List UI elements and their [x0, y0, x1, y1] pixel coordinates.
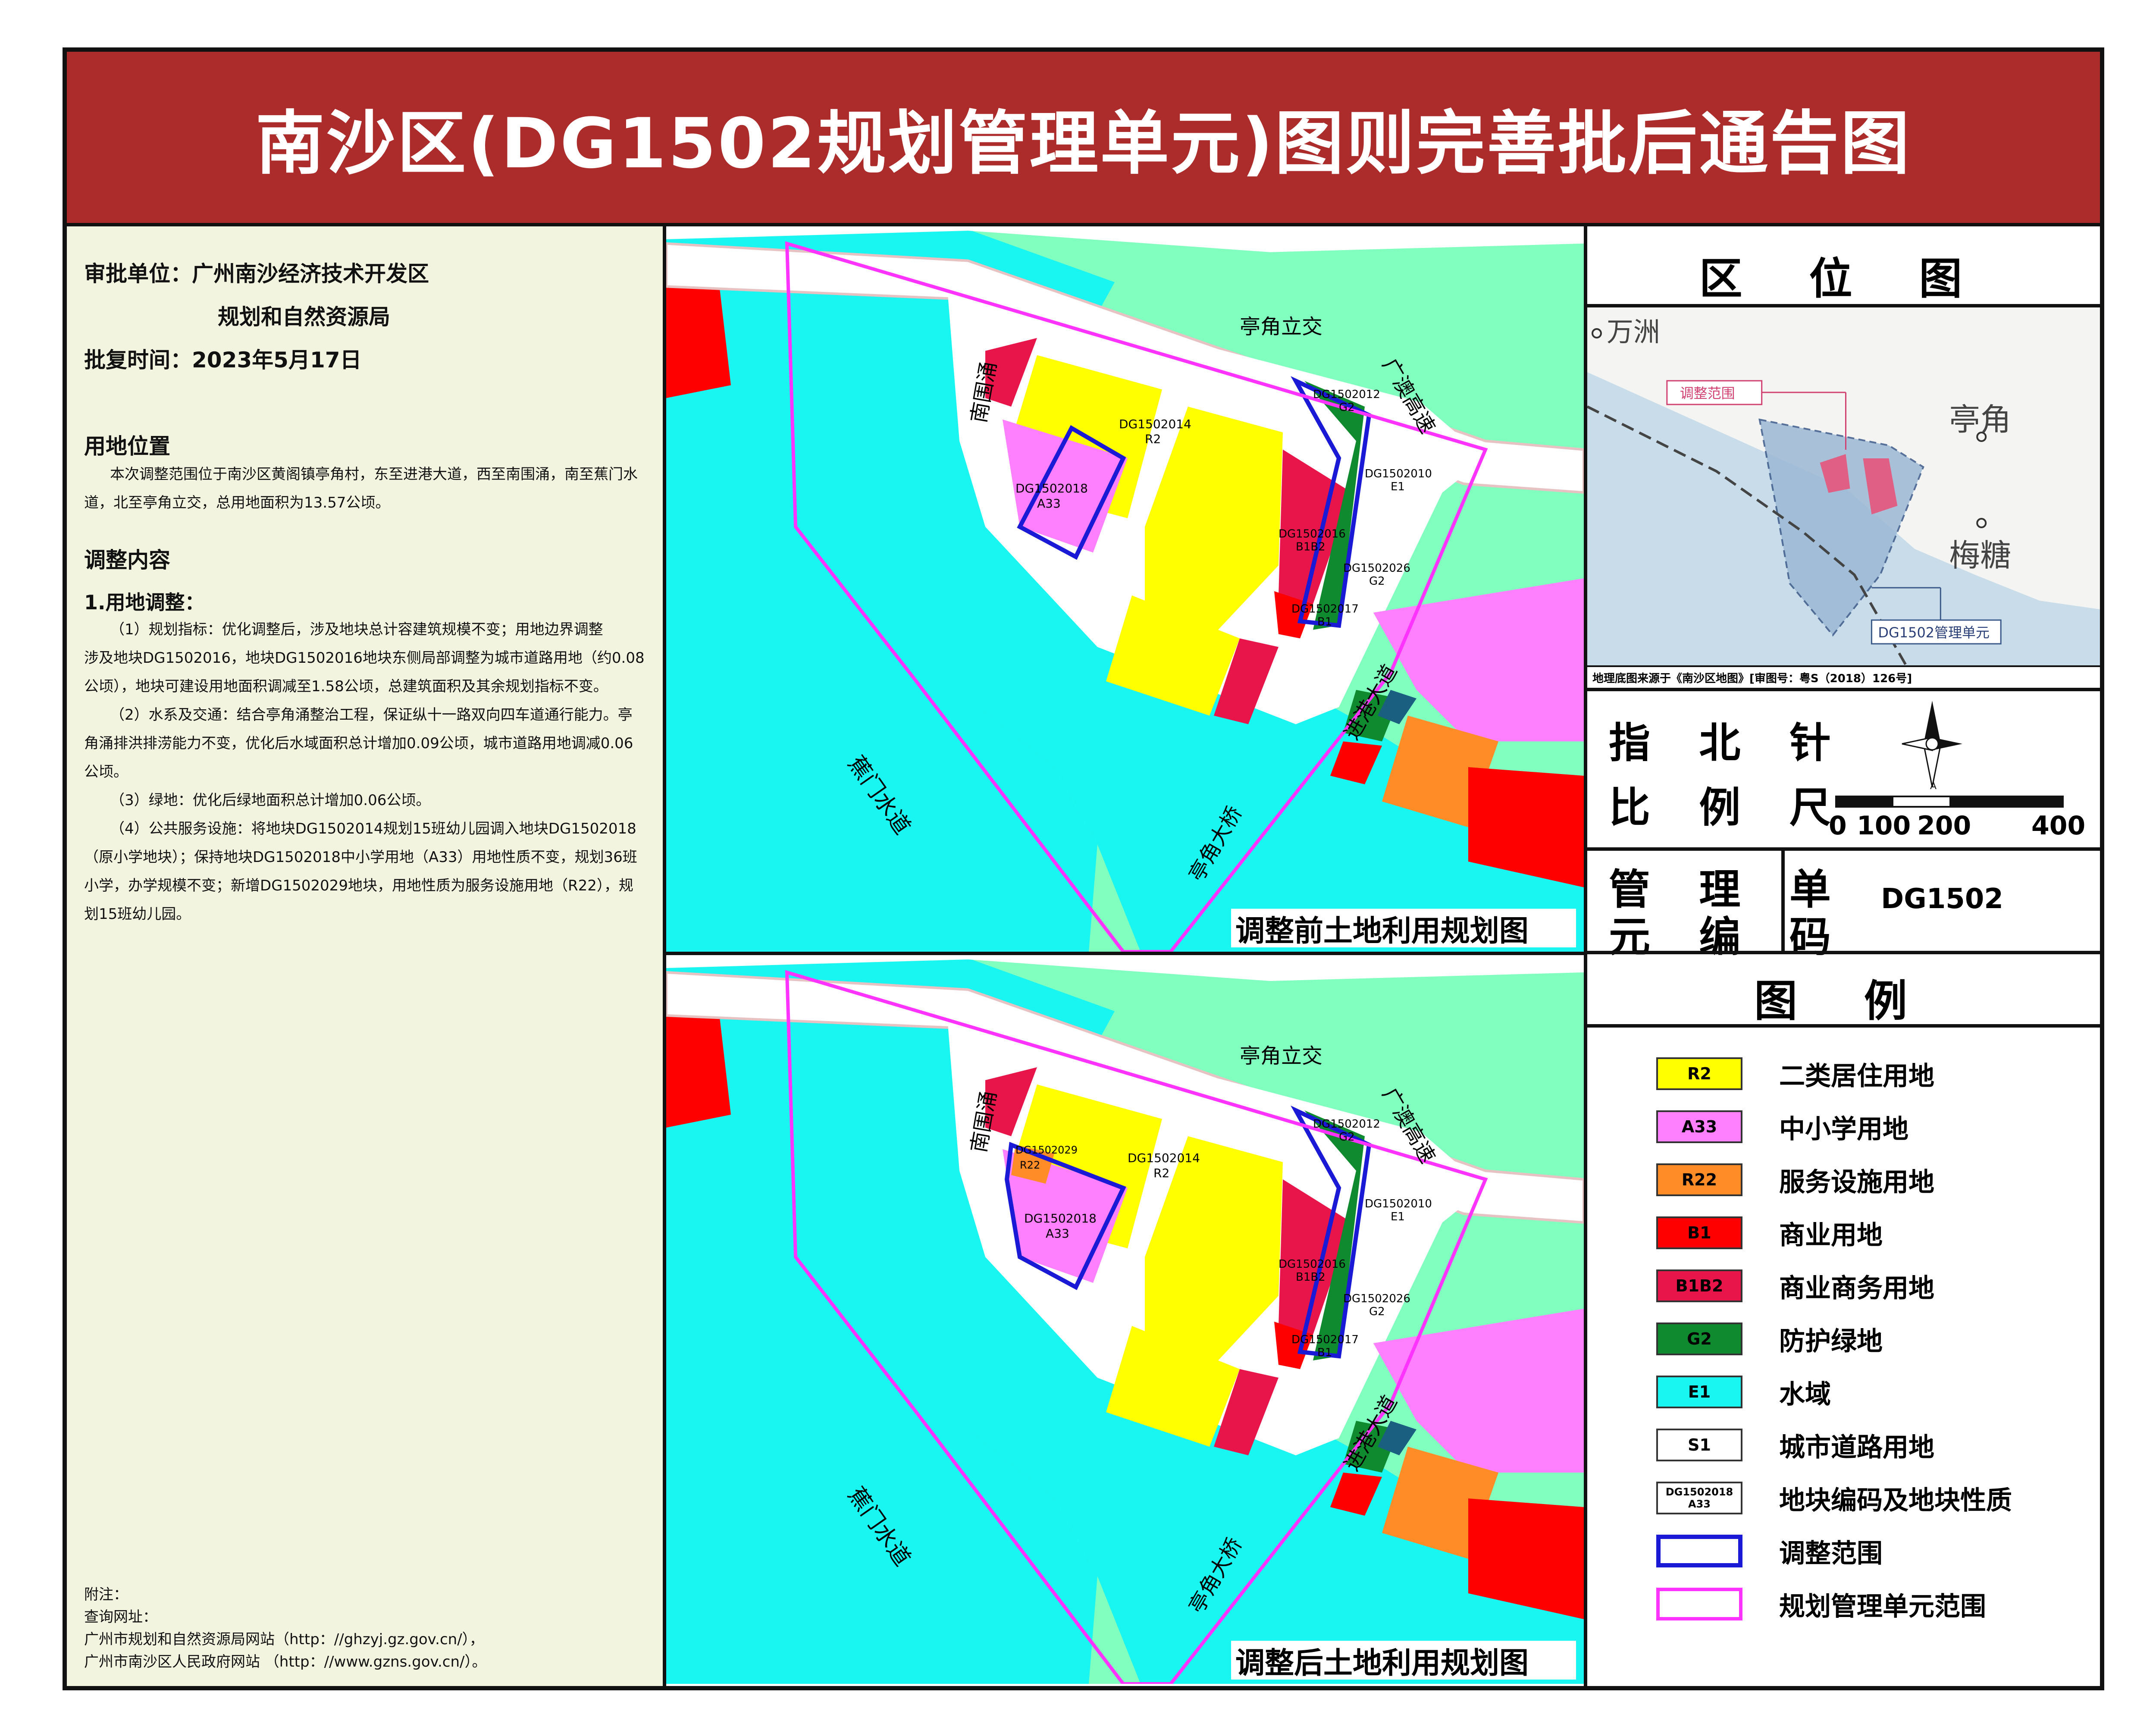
- legend-item-unit-range: 规划管理单元范围: [1656, 1587, 1986, 1622]
- parcel-2026-code: DG1502026: [1343, 562, 1410, 575]
- scale-tick-0: 0: [1829, 811, 1847, 841]
- unit-code: DG1502: [1881, 883, 2003, 915]
- parcel-2029-use: R22: [1020, 1159, 1040, 1171]
- legend-item-e1: E1 水域: [1656, 1375, 1831, 1410]
- notes-line3: 广州市规划和自然资源局网站（http：//ghzyj.gz.gov.cn/），: [84, 1631, 484, 1648]
- parcel-2018-code: DG1502018: [1015, 481, 1088, 495]
- parcel-2010-use: E1: [1391, 480, 1405, 493]
- map-frame: 南沙区(DG1502规划管理单元)图则完善批后通告图 审批单位：广州南沙经济技术…: [63, 47, 2104, 1690]
- parcel-2010-use: E1: [1391, 1210, 1405, 1223]
- legend-item-parcel-code: DG1502018 A33 地块编码及地块性质: [1656, 1481, 2012, 1516]
- scale-label: 比 例 尺: [1609, 784, 1848, 832]
- adjustment-sub: 1.用地调整：: [84, 591, 205, 614]
- parcel-2012-use: G2: [1339, 401, 1355, 414]
- notes-line2: 查询网址：: [84, 1608, 157, 1626]
- right-panel: 区 位 图 万洲 亭角 梅糖 调整范围 DG1502管理单元 地理底图来源于《南…: [1584, 226, 2100, 1686]
- scale-tick-200: 200: [1917, 811, 1971, 841]
- approval-unit-line2: 规划和自然资源局: [218, 304, 390, 329]
- legend-item-r22: R22 服务设施用地: [1656, 1163, 1934, 1197]
- adjustment-heading: 调整内容: [84, 548, 170, 573]
- parcel-2010-code: DG1502010: [1365, 1197, 1432, 1210]
- parcel-2029-code: DG1502029: [1015, 1144, 1078, 1156]
- map-after: 亭角立交 广澳高速 南围涌 蕉门水道 亭角大桥 进港大道 DG1502014 R…: [666, 955, 1584, 1684]
- parcel-2018-use: A33: [1037, 496, 1061, 511]
- svg-text:A: A: [1930, 781, 1937, 791]
- legend-item-adjust-range: 调整范围: [1656, 1534, 1883, 1569]
- parcel-2016-code: DG1502016: [1279, 1258, 1346, 1271]
- notes: 附注： 查询网址： 广州市规划和自然资源局网站（http：//ghzyj.gz.…: [84, 1583, 487, 1673]
- map-before: 亭角立交 广澳高速 南围涌 蕉门水道 亭角大桥 进港大道 DG1502014 R…: [666, 226, 1584, 955]
- parcel-2017-use: B1: [1317, 1346, 1332, 1359]
- legend-item-g2: G2 防护绿地: [1656, 1322, 1883, 1357]
- parcel-2014-code: DG1502014: [1119, 417, 1191, 431]
- parcel-2018-code: DG1502018: [1024, 1211, 1097, 1225]
- parcel-2026-code: DG1502026: [1343, 1292, 1410, 1305]
- parcel-2026-use: G2: [1369, 575, 1385, 588]
- scale-tick-400: 400: [2031, 811, 2086, 841]
- scale-bar: [1835, 796, 2064, 808]
- adjustment-p2: （2）水系及交通：结合亭角涌整治工程，保证纵十一路双向四车道通行能力。亭角涌排洪…: [84, 706, 633, 780]
- loc-wanzhou: 万洲: [1607, 316, 1660, 348]
- parcel-2014-use: R2: [1145, 432, 1161, 446]
- location-text: 本次调整范围位于南沙区黄阁镇亭角村，东至进港大道，西至南围涌，南至蕉门水道，北至…: [84, 466, 638, 511]
- legend-title: 图 例: [1754, 976, 1933, 1026]
- loc-meitang: 梅糖: [1949, 537, 2011, 574]
- map-before-svg: 亭角立交 广澳高速 南围涌 蕉门水道 亭角大桥 进港大道 DG1502014 R…: [666, 226, 1584, 952]
- parcel-2012-code: DG1502012: [1313, 1118, 1380, 1131]
- map-after-caption: 调整后土地利用规划图: [1235, 1646, 1529, 1680]
- notes-line4: 广州市南沙区人民政府网站 （http：//www.gzns.gov.cn/）。: [84, 1653, 487, 1670]
- approval-unit: 审批单位：广州南沙经济技术开发区: [84, 261, 429, 286]
- parcel-2012-use: G2: [1339, 1131, 1355, 1144]
- parcel-2014-use: R2: [1153, 1166, 1169, 1180]
- legend-item-s1: S1 城市道路用地: [1656, 1428, 1934, 1463]
- label-interchange: 亭角立交: [1240, 315, 1322, 339]
- adjustment-p4b: （原小学地块）；保持地块DG1502018中小学用地（A33）用地性质不变，规划…: [84, 849, 637, 923]
- adjustment-p1: （1）规划指标：优化调整后，涉及地块总计容建筑规模不变；用地边界调整: [110, 621, 603, 638]
- map-before-caption: 调整前土地利用规划图: [1235, 914, 1529, 948]
- legend-item-b1: B1 商业用地: [1656, 1216, 1883, 1250]
- label-interchange: 亭角立交: [1240, 1044, 1322, 1068]
- parcel-2016-code: DG1502016: [1279, 528, 1346, 541]
- location-map: 万洲 亭角 梅糖 调整范围 DG1502管理单元: [1586, 307, 2100, 666]
- location-source: 地理底图来源于《南沙区地图》[审图号：粤S（2018）126号]: [1587, 665, 2100, 688]
- legend-item-b1b2: B1B2 商业商务用地: [1656, 1269, 1934, 1304]
- parcel-2018-use: A33: [1046, 1226, 1069, 1241]
- parcel-2017-use: B1: [1317, 616, 1332, 629]
- loc-unit: DG1502管理单元: [1878, 624, 1990, 641]
- page-title: 南沙区(DG1502规划管理单元)图则完善批后通告图: [67, 52, 2100, 226]
- location-map-title: 区 位 图: [1699, 254, 1988, 304]
- parcel-2016-use: B1B2: [1296, 540, 1326, 553]
- approval-date: 批复时间：2023年5月17日: [84, 348, 362, 373]
- notes-line1: 附注：: [84, 1586, 128, 1603]
- legend-item-r2: R2 二类居住用地: [1656, 1056, 1934, 1091]
- adjustment-p4: （4）公共服务设施：将地块DG1502014规划15班幼儿园调入地块DG1502…: [110, 820, 636, 837]
- parcel-2017-code: DG1502017: [1291, 1333, 1359, 1346]
- loc-adjust-range: 调整范围: [1680, 385, 1735, 401]
- parcel-2016-use: B1B2: [1296, 1271, 1326, 1284]
- loc-tingjiao: 亭角: [1949, 401, 2011, 438]
- location-heading: 用地位置: [84, 434, 170, 459]
- parcel-2017-code: DG1502017: [1291, 603, 1359, 616]
- compass-label: 指 北 针: [1609, 719, 1848, 767]
- scale-tick-100: 100: [1857, 811, 1911, 841]
- north-arrow-icon: A: [1902, 701, 1962, 791]
- adjustment-p1b: 涉及地块DG1502016，地块DG1502016地块东侧局部调整为城市道路用地…: [84, 649, 645, 695]
- adjustment-p3: （3）绿地：优化后绿地面积总计增加0.06公顷。: [110, 792, 431, 809]
- parcel-2014-code: DG1502014: [1128, 1151, 1200, 1165]
- parcel-2026-use: G2: [1369, 1305, 1385, 1318]
- map-after-svg: 亭角立交 广澳高速 南围涌 蕉门水道 亭角大桥 进港大道 DG1502014 R…: [666, 955, 1584, 1684]
- info-panel: 审批单位：广州南沙经济技术开发区 规划和自然资源局 批复时间：2023年5月17…: [67, 226, 666, 1686]
- parcel-2012-code: DG1502012: [1313, 388, 1380, 401]
- parcel-2010-code: DG1502010: [1365, 467, 1432, 480]
- legend-item-a33: A33 中小学用地: [1656, 1109, 1908, 1144]
